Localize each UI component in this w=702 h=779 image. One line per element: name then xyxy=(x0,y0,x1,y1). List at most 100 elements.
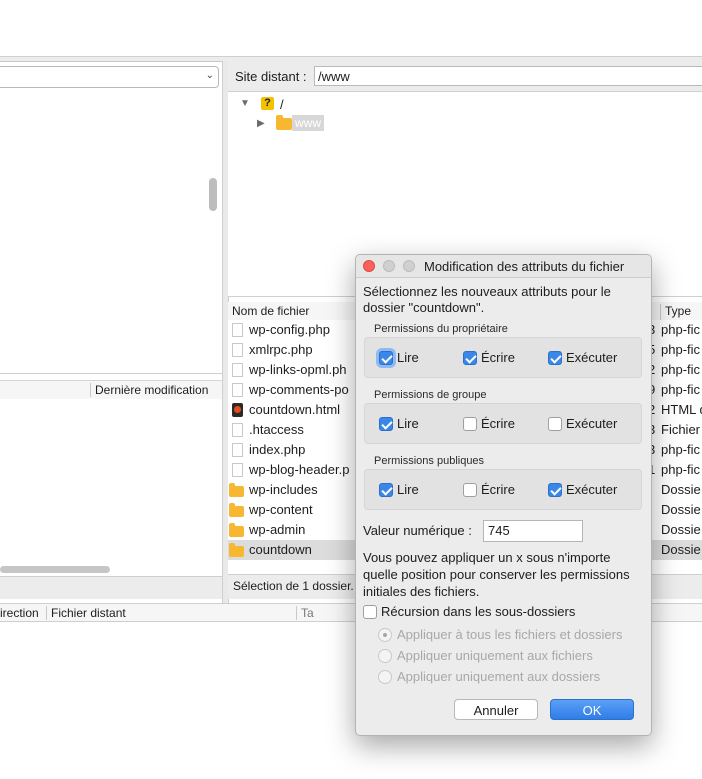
group-title-owner: Permissions du propriétaire xyxy=(374,323,508,335)
file-icon xyxy=(232,423,243,437)
col-size[interactable]: Ta xyxy=(296,606,314,620)
checkbox-box[interactable] xyxy=(463,351,477,365)
remote-status-text: Sélection de 1 dossier. xyxy=(233,579,354,593)
chevron-down-icon[interactable]: ⌄ xyxy=(206,70,214,81)
file-type: php-fic xyxy=(661,342,701,357)
public-exec-label: Exécuter xyxy=(566,482,618,497)
checkbox-box[interactable] xyxy=(463,417,477,431)
file-attributes-dialog: Modification des attributs du fichier Sé… xyxy=(355,254,652,736)
file-name: .htaccess xyxy=(249,422,304,437)
tree-expanded-icon[interactable]: ▼ xyxy=(240,98,250,109)
owner-exec-label: Exécuter xyxy=(566,350,618,365)
radio-folders-label: Appliquer uniquement aux dossiers xyxy=(397,669,601,684)
tree-item-www[interactable]: www xyxy=(292,115,324,131)
toolbar-area xyxy=(0,0,702,57)
local-status-bar xyxy=(0,576,222,599)
group-owner: Lire Écrire Exécuter xyxy=(364,337,642,378)
tree-collapsed-icon[interactable]: ▶ xyxy=(257,118,265,129)
radio-dot[interactable] xyxy=(378,670,392,684)
file-icon xyxy=(232,363,243,377)
checkbox-box[interactable] xyxy=(463,483,477,497)
file-type: php-fic xyxy=(661,462,701,477)
group-read-label: Lire xyxy=(397,416,419,431)
file-icon xyxy=(232,463,243,477)
radio-files-label: Appliquer uniquement aux fichiers xyxy=(397,648,593,663)
file-icon xyxy=(232,383,243,397)
group-write-label: Écrire xyxy=(481,416,515,431)
checkbox-box[interactable] xyxy=(363,605,377,619)
col-filename[interactable]: Nom de fichier xyxy=(232,304,309,318)
file-name: countdown.html xyxy=(249,402,341,417)
minimize-button xyxy=(383,260,395,272)
checkbox-box[interactable] xyxy=(548,351,562,365)
group-public: Lire Écrire Exécuter xyxy=(364,469,642,510)
file-name: wp-links-opml.ph xyxy=(249,362,347,377)
tree-root-label[interactable]: / xyxy=(280,97,284,112)
checkbox-box[interactable] xyxy=(379,483,393,497)
remote-site-label: Site distant : xyxy=(235,69,307,84)
owner-read-label: Lire xyxy=(397,350,419,365)
file-icon xyxy=(232,323,243,337)
file-icon xyxy=(232,343,243,357)
folder-icon xyxy=(229,503,244,517)
checkbox-box[interactable] xyxy=(548,417,562,431)
file-type: Fichier xyxy=(661,422,701,437)
checkbox-box[interactable] xyxy=(548,483,562,497)
file-name: wp-content xyxy=(249,502,313,517)
remote-path-input[interactable]: /www xyxy=(314,66,702,86)
local-list-hscrollbar[interactable] xyxy=(0,566,110,573)
file-name: countdown xyxy=(249,542,312,557)
unknown-folder-icon: ? xyxy=(261,97,274,110)
file-type: php-fic xyxy=(661,382,701,397)
folder-icon xyxy=(276,115,292,130)
folder-icon xyxy=(229,483,244,497)
close-button[interactable] xyxy=(363,260,375,272)
file-type: php-fic xyxy=(661,442,701,457)
dialog-title: Modification des attributs du fichier xyxy=(424,259,625,274)
local-tree-scrollbar[interactable] xyxy=(209,178,217,211)
radio-dot[interactable] xyxy=(378,649,392,663)
owner-write-label: Écrire xyxy=(481,350,515,365)
public-write-label: Écrire xyxy=(481,482,515,497)
group-title-public: Permissions publiques xyxy=(374,455,485,467)
zoom-button xyxy=(403,260,415,272)
file-type: Dossie xyxy=(661,482,701,497)
ok-button[interactable]: OK xyxy=(550,699,634,720)
file-type: HTML d xyxy=(661,402,702,417)
local-path-combo[interactable]: ⌄ xyxy=(0,66,219,88)
file-name: wp-config.php xyxy=(249,322,330,337)
hint-text: Vous pouvez appliquer un x sous n'import… xyxy=(363,550,630,599)
group-exec-label: Exécuter xyxy=(566,416,618,431)
local-list-header: Dernière modification xyxy=(0,380,222,400)
local-tree[interactable] xyxy=(0,91,222,374)
numeric-value-label: Valeur numérique : xyxy=(363,523,472,538)
file-icon xyxy=(232,443,243,457)
col-direction[interactable]: irection xyxy=(0,606,39,620)
group-title-group: Permissions de groupe xyxy=(374,389,487,401)
file-name: wp-comments-po xyxy=(249,382,349,397)
dialog-titlebar[interactable]: Modification des attributs du fichier xyxy=(356,255,651,278)
file-type: php-fic xyxy=(661,362,701,377)
folder-icon xyxy=(229,543,244,557)
file-name: xmlrpc.php xyxy=(249,342,313,357)
file-type: Dossie xyxy=(661,502,701,517)
numeric-value-input[interactable]: 745 xyxy=(483,520,583,542)
public-read-label: Lire xyxy=(397,482,419,497)
file-name: wp-blog-header.p xyxy=(249,462,350,477)
checkbox-box[interactable] xyxy=(379,351,393,365)
dialog-intro: Sélectionnez les nouveaux attributs pour… xyxy=(363,284,611,315)
checkbox-box[interactable] xyxy=(379,417,393,431)
recurse-label: Récursion dans les sous-dossiers xyxy=(381,604,576,619)
file-name: wp-includes xyxy=(249,482,318,497)
radio-dot[interactable] xyxy=(378,628,392,642)
group-group: Lire Écrire Exécuter xyxy=(364,403,642,444)
file-name: index.php xyxy=(249,442,306,457)
local-file-list[interactable] xyxy=(0,399,222,564)
folder-icon xyxy=(229,523,244,537)
file-name: wp-admin xyxy=(249,522,306,537)
cancel-button[interactable]: Annuler xyxy=(454,699,538,720)
file-type: php-fic xyxy=(661,322,701,337)
col-remote-file[interactable]: Fichier distant xyxy=(46,606,126,620)
html-file-icon xyxy=(232,403,243,417)
col-last-modified[interactable]: Dernière modification xyxy=(90,383,208,397)
